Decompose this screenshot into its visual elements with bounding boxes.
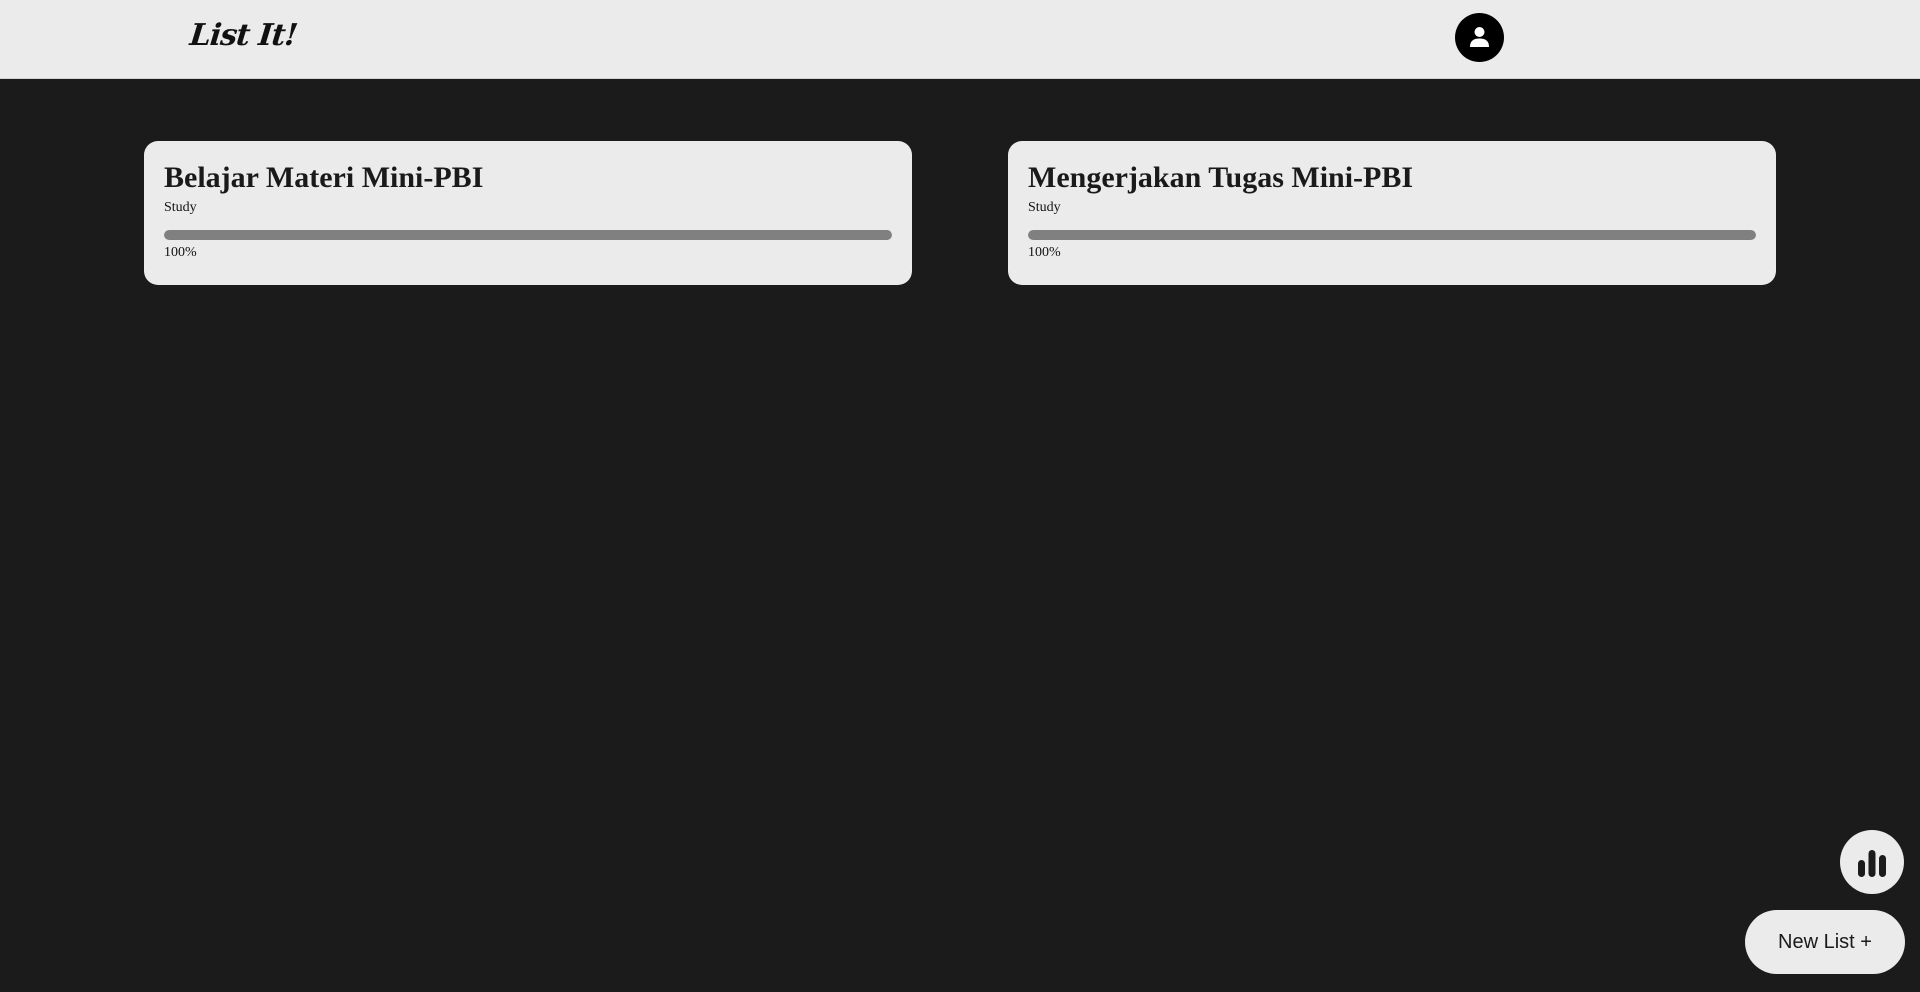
statistics-button[interactable] — [1840, 830, 1904, 894]
bar-chart-icon — [1858, 850, 1886, 877]
profile-button[interactable] — [1455, 13, 1504, 62]
progress-bar — [1028, 230, 1756, 240]
list-category: Study — [1028, 200, 1061, 215]
list-title: Belajar Materi Mini-PBI — [164, 161, 484, 194]
progress-fill — [164, 230, 892, 240]
list-title: Mengerjakan Tugas Mini-PBI — [1028, 161, 1414, 194]
progress-fill — [1028, 230, 1756, 240]
top-header: List It! — [0, 0, 1920, 79]
progress-percent: 100% — [164, 245, 197, 260]
new-list-button[interactable]: New List + — [1745, 910, 1905, 974]
app-logo[interactable]: List It! — [188, 18, 298, 53]
list-card[interactable]: Mengerjakan Tugas Mini-PBI Study 100% — [1008, 141, 1776, 285]
user-icon — [1470, 27, 1489, 47]
progress-bar — [164, 230, 892, 240]
list-card[interactable]: Belajar Materi Mini-PBI Study 100% — [144, 141, 912, 285]
progress-percent: 100% — [1028, 245, 1061, 260]
list-category: Study — [164, 200, 197, 215]
